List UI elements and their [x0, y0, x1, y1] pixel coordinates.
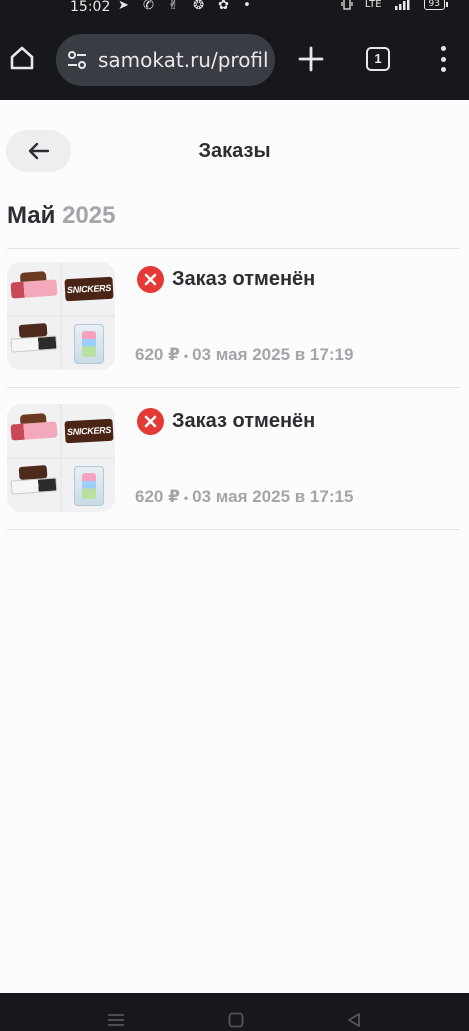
recent-apps-icon[interactable]	[106, 1012, 126, 1028]
page-title: Заказы	[198, 140, 271, 162]
product-thumb	[7, 459, 60, 512]
vibrate-icon	[341, 0, 353, 10]
home-icon[interactable]	[8, 44, 36, 72]
status-right: LTE 93	[341, 0, 449, 10]
order-thumbnails: SNICKERS	[7, 262, 115, 370]
meta-separator: •	[183, 490, 189, 505]
battery-icon: 93	[423, 0, 449, 10]
orders-page: Заказы Май 2025 SNICKERS Заказ отменён 6…	[0, 100, 469, 993]
order-date: 03 мая 2025 в 17:15	[192, 487, 354, 506]
network-type: LTE	[364, 0, 382, 10]
month-heading: Май 2025	[7, 202, 115, 230]
address-bar[interactable]: samokat.ru/profil	[56, 34, 275, 86]
product-thumb	[7, 317, 60, 370]
order-thumbnails: SNICKERS	[7, 404, 115, 512]
tab-switcher-button[interactable]: 1	[366, 47, 390, 71]
product-thumb	[7, 262, 60, 315]
status-time: 15:02	[70, 0, 111, 15]
year-label: 2025	[62, 202, 116, 229]
system-nav-bar	[0, 993, 469, 1031]
home-nav-icon[interactable]	[228, 1012, 244, 1028]
divider	[7, 387, 460, 388]
site-settings-icon[interactable]	[66, 49, 88, 71]
signal-icon	[394, 0, 410, 10]
more-menu-icon[interactable]	[438, 44, 448, 74]
browser-toolbar: samokat.ru/profil 1	[0, 18, 469, 100]
order-meta: 620 ₽ • 03 мая 2025 в 17:15	[135, 487, 353, 507]
product-thumb	[62, 459, 115, 512]
notification-icons: ➤ ✆ ✌ ❂ ✿ •	[118, 0, 256, 13]
product-thumb: SNICKERS	[62, 404, 115, 457]
order-price: 620 ₽	[135, 345, 180, 364]
order-date: 03 мая 2025 в 17:19	[192, 345, 354, 364]
back-nav-icon[interactable]	[346, 1012, 362, 1028]
url-text: samokat.ru/profil	[98, 48, 269, 72]
divider	[7, 248, 460, 249]
cancelled-icon	[137, 408, 164, 435]
product-thumb	[7, 404, 60, 457]
order-status: Заказ отменён	[172, 268, 316, 290]
product-thumb: SNICKERS	[62, 262, 115, 315]
meta-separator: •	[183, 348, 189, 363]
status-bar: 15:02 ➤ ✆ ✌ ❂ ✿ • LTE 93	[0, 0, 469, 18]
new-tab-icon[interactable]	[298, 46, 324, 72]
divider	[7, 529, 460, 530]
order-price: 620 ₽	[135, 487, 180, 506]
order-item[interactable]: SNICKERS Заказ отменён 620 ₽ • 03 мая 2025…	[7, 260, 460, 370]
month-label: Май	[7, 202, 56, 229]
order-item[interactable]: SNICKERS Заказ отменён 620 ₽ • 03 мая 2025…	[7, 402, 460, 512]
product-thumb	[62, 317, 115, 370]
order-status: Заказ отменён	[172, 410, 316, 432]
order-meta: 620 ₽ • 03 мая 2025 в 17:19	[135, 345, 353, 365]
cancelled-icon	[137, 266, 164, 293]
